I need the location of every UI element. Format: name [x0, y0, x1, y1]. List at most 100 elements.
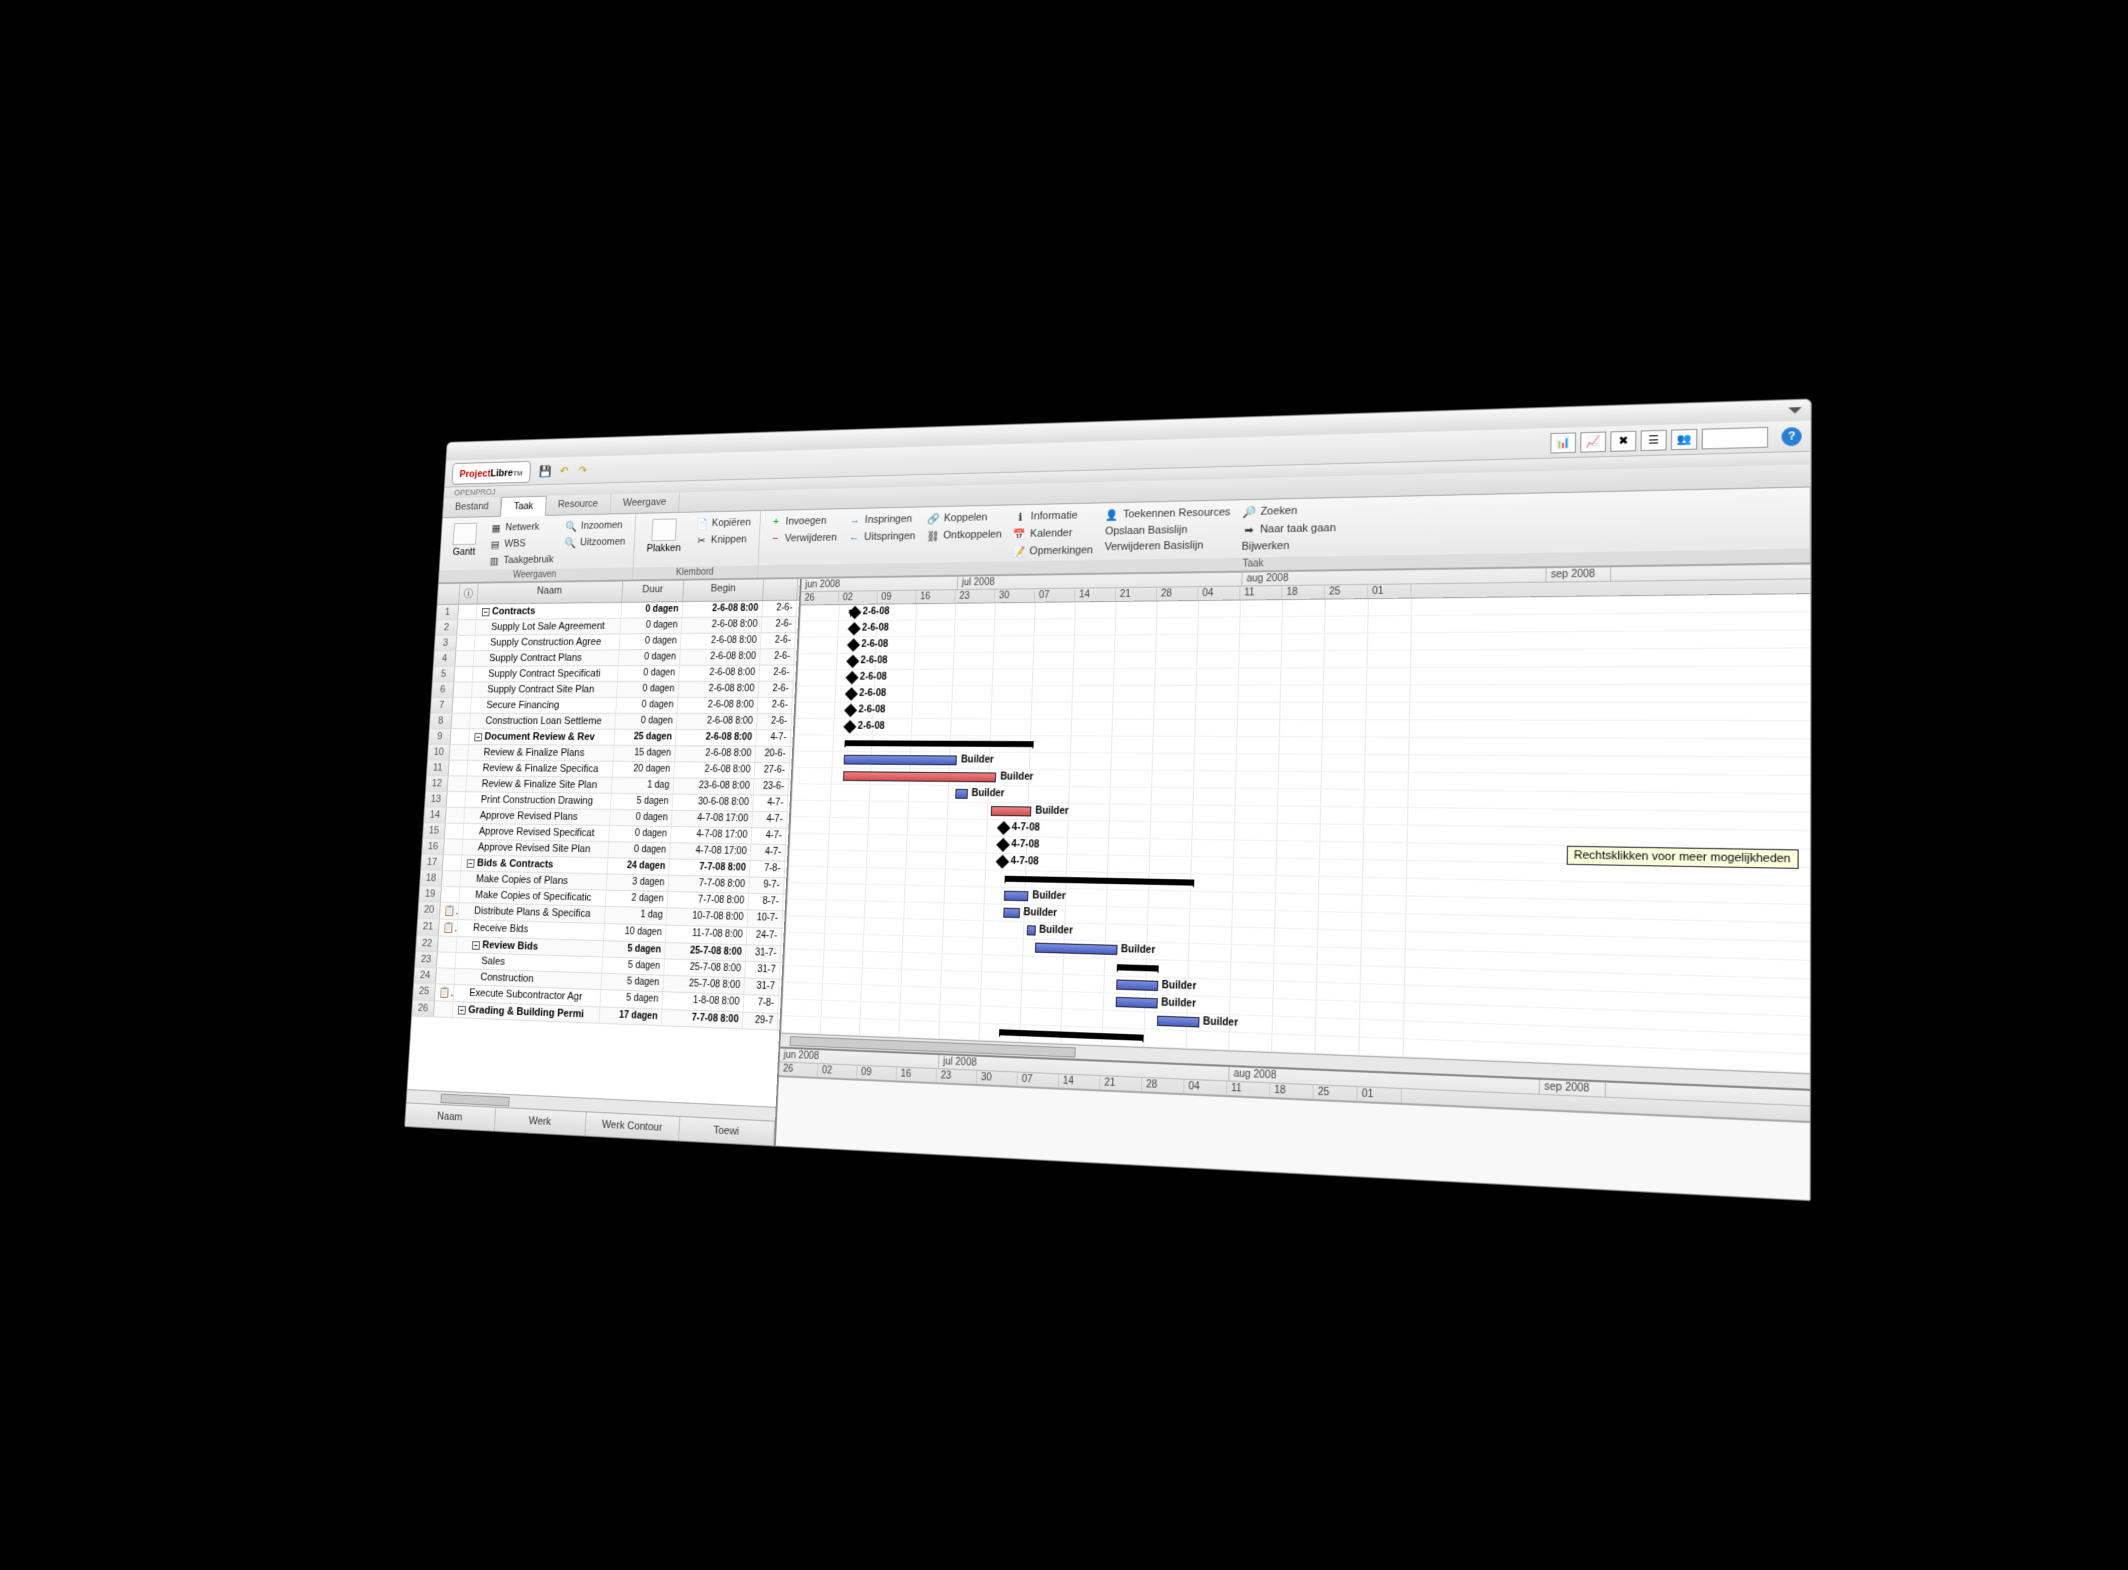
- summary-bar[interactable]: [1005, 875, 1195, 885]
- help-icon[interactable]: ?: [1782, 426, 1802, 445]
- gantt-button[interactable]: Gantt: [447, 520, 483, 559]
- task-row[interactable]: 7Secure Financing0 dagen2-6-08 8:002-6-: [431, 697, 795, 713]
- detail-col-contour[interactable]: Werk Contour: [585, 1112, 679, 1140]
- knippen-button[interactable]: ✂Knippen: [693, 531, 752, 547]
- redo-icon[interactable]: ↷: [576, 462, 590, 477]
- gantt-icon: [453, 522, 478, 544]
- resource-chart-icon[interactable]: 📈: [1580, 431, 1606, 452]
- bar-label: Builder: [1023, 907, 1057, 919]
- tab-bestand[interactable]: Bestand: [443, 496, 502, 516]
- task-row[interactable]: 9−Document Review & Rev25 dagen2-6-08 8:…: [429, 729, 793, 747]
- gantt-chart[interactable]: Rechtsklikken voor meer mogelijkheden 2-…: [781, 594, 1811, 1073]
- usage-view-icon[interactable]: ☰: [1641, 429, 1667, 450]
- milestone-label: 2-6-08: [862, 622, 889, 633]
- task-bar[interactable]: [1004, 890, 1029, 901]
- opmerkingen-button[interactable]: 📝Opmerkingen: [1010, 542, 1095, 559]
- invoegen-button[interactable]: +Invoegen: [767, 513, 839, 530]
- delete-view-icon[interactable]: ✖: [1610, 430, 1636, 451]
- koppelen-button[interactable]: 🔗Koppelen: [925, 509, 1005, 526]
- content: ⓘ Naam Duur Begin 1−Contracts0 dagen2-6-…: [405, 563, 1810, 1200]
- detail-col-toewi[interactable]: Toewi: [679, 1116, 775, 1145]
- search-box[interactable]: [1702, 426, 1768, 449]
- task-row[interactable]: 5Supply Contract Specificati0 dagen2-6-0…: [433, 665, 796, 682]
- milestone-icon[interactable]: [847, 621, 860, 635]
- inspringen-button[interactable]: →Inspringen: [846, 511, 918, 528]
- window-menu-caret[interactable]: [1788, 407, 1801, 414]
- task-row[interactable]: 4Supply Contract Plans0 dagen2-6-08 8:00…: [434, 649, 797, 667]
- task-bar[interactable]: [1035, 942, 1118, 954]
- bijwerken-button[interactable]: Bijwerken: [1239, 538, 1337, 554]
- undo-icon[interactable]: ↶: [557, 462, 571, 477]
- wbs-icon: ▤: [489, 537, 501, 550]
- toekennen-button[interactable]: 👤Toekennen Resources: [1103, 504, 1232, 522]
- save-icon[interactable]: 💾: [538, 463, 552, 478]
- assign-icon: 👤: [1105, 507, 1119, 521]
- summary-bar[interactable]: [844, 740, 1034, 747]
- tab-taak[interactable]: Taak: [500, 495, 546, 516]
- team-view-icon[interactable]: 👥: [1671, 428, 1697, 449]
- quick-access-toolbar: 💾 ↶ ↷: [538, 462, 590, 478]
- milestone-icon[interactable]: [846, 654, 859, 668]
- milestone-icon[interactable]: [995, 854, 1009, 868]
- col-rownum[interactable]: [437, 583, 460, 603]
- wbs-button[interactable]: ▤WBS: [487, 535, 556, 551]
- summary-bar[interactable]: [1116, 964, 1158, 971]
- tab-resource[interactable]: Resource: [545, 494, 611, 515]
- milestone-icon[interactable]: [845, 670, 858, 684]
- usage-icon: ▥: [488, 554, 500, 567]
- unlink-icon: ⛓: [926, 529, 940, 543]
- task-row[interactable]: 8Construction Loan Settleme0 dagen2-6-08…: [430, 713, 794, 730]
- app-window: ProjectLibreTM 💾 ↶ ↷ 📊 📈 ✖ ☰ 👥 ? OPENPRO…: [404, 398, 1812, 1201]
- plakken-button[interactable]: Plakken: [641, 516, 688, 556]
- tab-weergave[interactable]: Weergave: [610, 492, 679, 513]
- task-bar[interactable]: [843, 754, 957, 765]
- netwerk-button[interactable]: ▦Netwerk: [488, 519, 557, 535]
- task-bar[interactable]: [1157, 1015, 1200, 1027]
- opslaan-basislijn-button[interactable]: Opslaan Basislijn: [1103, 522, 1232, 538]
- naar-taak-button[interactable]: ➡Naar taak gaan: [1240, 520, 1338, 538]
- col-duur[interactable]: Duur: [622, 580, 684, 601]
- informatie-button[interactable]: ℹInformatie: [1012, 507, 1097, 524]
- kopieren-button[interactable]: 📄Kopiëren: [694, 514, 753, 530]
- uitspringen-button[interactable]: ←Uitspringen: [846, 528, 918, 545]
- detail-col-werk[interactable]: Werk: [494, 1107, 586, 1135]
- col-begin[interactable]: Begin: [683, 579, 764, 601]
- kalender-button[interactable]: 📅Kalender: [1011, 524, 1096, 541]
- milestone-icon[interactable]: [997, 820, 1011, 834]
- task-row[interactable]: 6Supply Contract Site Plan0 dagen2-6-08 …: [432, 681, 796, 697]
- milestone-icon[interactable]: [996, 837, 1010, 851]
- task-bar[interactable]: [1027, 925, 1035, 935]
- inzoomen-button[interactable]: 🔍Inzoomen: [564, 517, 629, 533]
- insert-icon: +: [769, 515, 782, 528]
- chart-view-icon[interactable]: 📊: [1550, 431, 1576, 452]
- taakgebruik-button[interactable]: ▥Taakgebruik: [486, 552, 555, 568]
- milestone-icon[interactable]: [843, 719, 856, 733]
- verwijderen-button[interactable]: −Verwijderen: [767, 530, 839, 546]
- copy-icon: 📄: [696, 516, 709, 529]
- detail-col-naam[interactable]: Naam: [405, 1103, 495, 1130]
- milestone-label: 2-6-08: [860, 655, 887, 666]
- milestone-icon[interactable]: [844, 687, 857, 701]
- goto-icon: ➡: [1242, 522, 1256, 536]
- task-bar[interactable]: [1003, 907, 1020, 917]
- task-bar[interactable]: [991, 806, 1032, 816]
- milestone-label: 2-6-08: [861, 639, 888, 650]
- col-naam[interactable]: Naam: [477, 581, 623, 603]
- summary-bar[interactable]: [999, 1029, 1144, 1041]
- task-grid[interactable]: ⓘ Naam Duur Begin 1−Contracts0 dagen2-6-…: [407, 578, 800, 1106]
- task-bar[interactable]: [956, 788, 968, 798]
- task-bar[interactable]: [1116, 979, 1158, 991]
- milestone-icon[interactable]: [844, 703, 857, 717]
- milestone-label: 2-6-08: [859, 688, 886, 699]
- task-row[interactable]: 3Supply Construction Agree0 dagen2-6-08 …: [435, 633, 798, 651]
- gantt-pane: jun 2008jul 2008aug 2008sep 2008 2602091…: [776, 564, 1811, 1200]
- zoeken-button[interactable]: 🔎Zoeken: [1240, 502, 1338, 520]
- milestone-icon[interactable]: [847, 638, 860, 652]
- verwijderen-basislijn-button[interactable]: Verwijderen Basislijn: [1102, 538, 1231, 554]
- ontkoppelen-button[interactable]: ⛓Ontkoppelen: [924, 526, 1004, 543]
- uitzoomen-button[interactable]: 🔍Uitzoomen: [563, 534, 628, 550]
- col-indicator[interactable]: ⓘ: [459, 583, 479, 603]
- task-bar[interactable]: [843, 771, 997, 782]
- col-end[interactable]: [763, 578, 798, 599]
- task-bar[interactable]: [1115, 996, 1157, 1008]
